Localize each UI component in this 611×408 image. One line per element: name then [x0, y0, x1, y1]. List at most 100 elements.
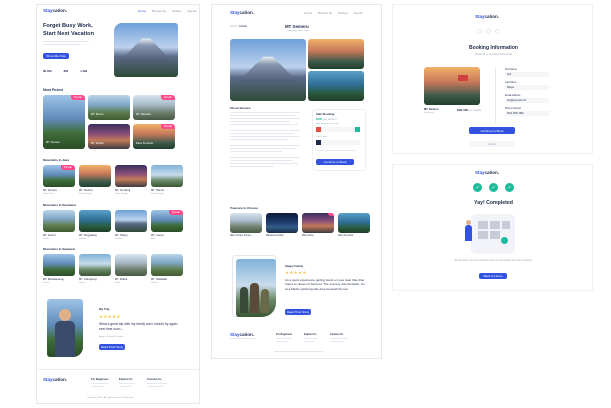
brand-logo[interactable]: Staycation. — [43, 8, 67, 13]
step-3-indicator — [495, 29, 500, 34]
treasure-card[interactable] — [230, 213, 262, 233]
back-to-home-button[interactable]: Back to Home — [479, 273, 507, 279]
brand-suffix: cation. — [484, 170, 500, 175]
brand-logo[interactable]: Staycation. — [475, 170, 499, 175]
footer-link[interactable] — [304, 338, 318, 340]
cancel-button[interactable]: Cancel — [469, 141, 515, 147]
card-name: MT. Merbabu — [136, 113, 152, 116]
popular-tag — [328, 213, 334, 216]
footer-divider — [37, 369, 199, 370]
plus-button[interactable] — [355, 127, 360, 132]
progress-steps — [477, 29, 500, 34]
mountain-card[interactable] — [43, 210, 75, 232]
mountain-card[interactable] — [79, 165, 111, 187]
gallery-main-image[interactable] — [230, 39, 306, 101]
footer-link[interactable] — [91, 383, 109, 385]
mountain-card[interactable] — [151, 165, 183, 187]
mountain-card[interactable] — [151, 254, 183, 276]
about-text-line — [230, 139, 288, 141]
read-story-button[interactable]: Read Their Story — [99, 344, 125, 350]
first-name-field[interactable]: Ardi — [505, 72, 549, 77]
footer-link[interactable] — [119, 386, 131, 388]
gallery-image[interactable] — [308, 39, 364, 69]
family-member — [250, 283, 259, 313]
step-1-indicator — [477, 29, 482, 34]
treasure-card[interactable] — [338, 213, 370, 233]
pick-date-label: Pick a date — [316, 136, 327, 138]
footer-logo[interactable]: Staycation. — [43, 377, 67, 382]
stat-treasures: 862 — [63, 69, 69, 73]
treasure-card[interactable] — [302, 213, 334, 233]
most-picked-card-large[interactable]: Popular MT. Semeru — [43, 95, 85, 149]
brand-prefix: Stay — [230, 10, 240, 15]
about-text-line — [230, 163, 298, 165]
footer-link[interactable] — [330, 338, 348, 340]
mountain-card[interactable]: Popular — [151, 210, 183, 232]
section-title: Mountains In Java — [43, 158, 70, 162]
last-name-field[interactable]: Wijaya — [505, 85, 549, 90]
footer-link[interactable] — [276, 341, 288, 343]
email-field[interactable]: ardi@staycation.id — [505, 98, 549, 103]
footer-link[interactable] — [147, 383, 167, 385]
breadcrumb-home[interactable]: Home — [230, 25, 237, 28]
brand-logo[interactable]: Staycation. — [475, 14, 499, 19]
footer-link[interactable] — [304, 341, 314, 343]
continue-to-book-button[interactable]: Continue to Book — [316, 159, 354, 165]
footer-link[interactable] — [330, 341, 344, 343]
hero-stats: 80,409 862 1,492 — [43, 69, 87, 73]
most-picked-card[interactable]: MT. Bromo — [88, 95, 130, 120]
mountain-card[interactable] — [115, 254, 147, 276]
continue-to-book-button[interactable]: Continue to Book — [469, 127, 515, 134]
nav-item-stories[interactable]: Stories — [338, 11, 347, 15]
mountain-card[interactable] — [43, 254, 75, 276]
mountain-card[interactable] — [79, 254, 111, 276]
date-picker[interactable] — [316, 140, 360, 145]
mountain-card[interactable]: Popular — [43, 165, 75, 187]
hiker-body — [55, 321, 75, 357]
card-location: Sumbar — [115, 237, 123, 240]
mountain-card[interactable] — [115, 210, 147, 232]
footer-col-title: Explore Us — [304, 333, 317, 336]
gallery-image[interactable] — [308, 71, 364, 101]
price-value: $280 — [316, 117, 323, 121]
stay-duration-label: How long you will stay? — [316, 123, 339, 125]
nav-item-home[interactable]: Home — [304, 11, 312, 15]
most-picked-card[interactable]: Popular MT. Merbabu — [133, 95, 175, 120]
most-picked-card[interactable]: Popular Ranu Kumbolo — [133, 124, 175, 149]
total-unit: per 2 nights — [468, 109, 482, 112]
mountain-card[interactable] — [115, 165, 147, 187]
footer-logo[interactable]: Staycation. — [230, 332, 254, 337]
footer-link[interactable] — [147, 386, 163, 388]
treasure-card[interactable] — [266, 213, 298, 233]
footer-link[interactable] — [119, 383, 135, 385]
nav-item-browse[interactable]: Browse by — [152, 9, 166, 13]
start-booking-title: Start Booking — [316, 112, 335, 116]
booking-price: $280 per person — [316, 117, 336, 121]
read-story-button[interactable]: Read Their Story — [285, 309, 311, 315]
mountain-card[interactable] — [79, 210, 111, 232]
nav-item-agents[interactable]: Agents — [187, 9, 196, 13]
brand-prefix: Stay — [475, 14, 485, 19]
hero-desc-line — [43, 44, 81, 46]
nav-item-stories[interactable]: Stories — [172, 9, 181, 13]
most-picked-card[interactable]: MT. Rinjani — [88, 124, 130, 149]
nav-item-browse[interactable]: Browse by — [318, 11, 332, 15]
completed-note: We will inform you via email later once … — [454, 259, 532, 262]
page-title: MT Semeru — [285, 24, 309, 29]
show-me-now-button[interactable]: Show Me Now — [43, 53, 69, 59]
about-text-line — [230, 133, 294, 135]
popular-tag: Popular — [70, 95, 85, 100]
phone-field[interactable]: 0812 3456 7890 — [505, 111, 549, 116]
footer-link[interactable] — [91, 386, 105, 388]
illustration-card — [502, 221, 510, 229]
minus-button[interactable] — [316, 127, 321, 132]
nav-item-agents[interactable]: Agents — [353, 11, 362, 15]
completed-frame: Staycation. ✓ ✓ ✓ Yay! Completed We will… — [392, 164, 593, 291]
nav-item-home[interactable]: Home — [138, 9, 146, 13]
card-location: Aceh — [151, 237, 156, 240]
brand-logo[interactable]: Staycation. — [230, 10, 254, 15]
about-text-line — [230, 121, 290, 123]
footer-link[interactable] — [276, 338, 292, 340]
card-location: Jawa Tengah — [79, 192, 92, 195]
duration-stepper[interactable] — [316, 127, 360, 132]
